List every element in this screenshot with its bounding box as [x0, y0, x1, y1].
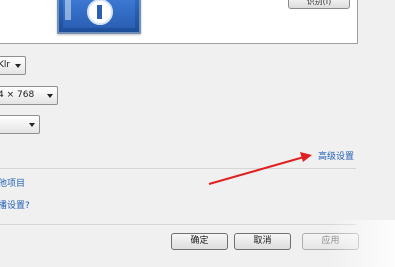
footer-divider	[0, 224, 356, 225]
cancel-button[interactable]: 取消	[234, 233, 291, 250]
watermark-overlay	[327, 220, 395, 267]
annotation-arrow-shaft	[208, 156, 305, 185]
ok-button[interactable]: 确定	[171, 233, 228, 250]
annotation-arrow-head	[300, 152, 312, 162]
